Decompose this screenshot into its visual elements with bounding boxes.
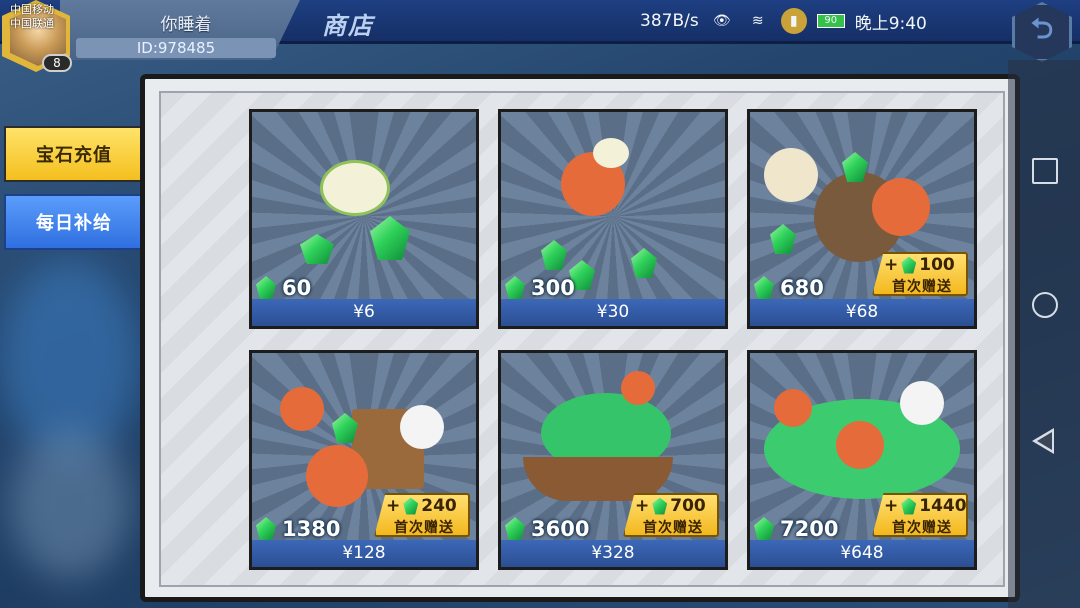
signal-icon: ▮: [780, 8, 807, 34]
character-illustration: [593, 138, 629, 168]
green-gem-icon: [754, 276, 774, 300]
bonus-prefix: +: [884, 496, 899, 516]
mascot-illustration: [320, 160, 390, 216]
bonus-amount: + 100: [884, 255, 955, 275]
first-purchase-bonus-badge: + 700 首次赠送: [623, 493, 719, 537]
gem-amount: 1380: [256, 517, 340, 541]
gem-illustration: [300, 234, 334, 264]
character-illustration: [774, 389, 812, 427]
gem-amount-value: 3600: [531, 517, 590, 541]
gem-amount: 7200: [754, 517, 838, 541]
green-gem-icon: [901, 497, 917, 515]
home-button[interactable]: [1032, 292, 1058, 318]
bonus-amount-value: 240: [421, 496, 457, 516]
carrier-1: 中国移动: [10, 3, 54, 16]
character-illustration: [306, 445, 368, 507]
character-illustration: [280, 387, 324, 431]
price-button[interactable]: ¥128: [252, 540, 476, 567]
product-art: 3600 + 700 首次赠送: [501, 353, 725, 543]
gem-amount: 680: [754, 276, 824, 300]
bonus-prefix: +: [386, 496, 401, 516]
price-button[interactable]: ¥6: [252, 299, 476, 326]
green-gem-icon: [652, 497, 668, 515]
gem-amount-value: 7200: [780, 517, 839, 541]
product-card[interactable]: 680 + 100 首次赠送 ¥68: [747, 109, 977, 329]
bonus-amount: + 240: [386, 496, 457, 516]
product-card[interactable]: 300 ¥30: [498, 109, 728, 329]
green-gem-icon: [505, 276, 525, 300]
bonus-amount-value: 700: [670, 496, 706, 516]
gem-amount-value: 300: [531, 276, 575, 300]
gem-illustration: [631, 248, 657, 278]
product-card[interactable]: 7200 + 1440 首次赠送 ¥648: [747, 350, 977, 570]
shop-grid: 60 ¥6 300 ¥30 680 + 100 首次赠送 ¥68 1380 + …: [159, 91, 1005, 587]
gem-illustration: [770, 224, 796, 254]
product-art: 7200 + 1440 首次赠送: [750, 353, 974, 543]
status-bar: 387B/s 👁 ≋ ▮ 90 晚上9:40: [640, 8, 927, 34]
gem-amount: 60: [256, 276, 311, 300]
bonus-label: 首次赠送: [892, 279, 952, 295]
character-illustration: [400, 405, 444, 449]
green-gem-icon: [901, 256, 917, 274]
green-gem-icon: [505, 517, 525, 541]
player-name: 你睡着: [160, 15, 212, 35]
character-illustration: [836, 421, 884, 469]
recent-apps-button[interactable]: [1032, 158, 1058, 184]
character-illustration: [872, 178, 930, 236]
price-button[interactable]: ¥328: [501, 540, 725, 567]
bonus-amount: + 1440: [884, 496, 967, 516]
clock: 晚上9:40: [854, 13, 927, 34]
bonus-label: 首次赠送: [643, 520, 703, 536]
gem-amount: 300: [505, 276, 575, 300]
character-illustration: [900, 381, 944, 425]
character-illustration: [621, 371, 655, 405]
green-gem-icon: [754, 517, 774, 541]
system-back-button[interactable]: [1032, 428, 1054, 454]
level-badge: 8: [42, 54, 72, 72]
return-arrow-icon: ⮌: [1030, 12, 1054, 45]
first-purchase-bonus-badge: + 100 首次赠送: [872, 252, 968, 296]
gem-illustration: [370, 216, 410, 260]
green-gem-icon: [403, 497, 419, 515]
carrier-info: 中国移动 中国联通: [10, 3, 54, 31]
first-purchase-bonus-badge: + 1440 首次赠送: [872, 493, 968, 537]
product-card[interactable]: 60 ¥6: [249, 109, 479, 329]
product-card[interactable]: 3600 + 700 首次赠送 ¥328: [498, 350, 728, 570]
player-id: ID:978485: [76, 38, 276, 58]
product-art: 1380 + 240 首次赠送: [252, 353, 476, 543]
gem-amount-value: 680: [780, 276, 824, 300]
eye-icon: 👁: [712, 13, 731, 29]
product-art: 300: [501, 112, 725, 302]
product-art: 60: [252, 112, 476, 302]
gem-amount: 3600: [505, 517, 589, 541]
first-purchase-bonus-badge: + 240 首次赠送: [374, 493, 470, 537]
network-speed: 387B/s: [640, 11, 699, 31]
bonus-label: 首次赠送: [394, 520, 454, 536]
product-art: 680 + 100 首次赠送: [750, 112, 974, 302]
price-button[interactable]: ¥30: [501, 299, 725, 326]
bonus-label: 首次赠送: [892, 520, 952, 536]
carrier-2: 中国联通: [10, 17, 54, 30]
wifi-icon: ≋: [751, 13, 764, 29]
bonus-prefix: +: [884, 255, 899, 275]
battery-icon: 90: [816, 14, 845, 28]
green-gem-icon: [256, 276, 276, 300]
shop-panel: 60 ¥6 300 ¥30 680 + 100 首次赠送 ¥68 1380 + …: [140, 74, 1020, 602]
page-title: 商店: [322, 12, 374, 40]
bonus-amount: + 700: [635, 496, 706, 516]
price-button[interactable]: ¥68: [750, 299, 974, 326]
green-gem-icon: [256, 517, 276, 541]
gem-amount-value: 60: [282, 276, 312, 300]
bonus-amount-value: 1440: [919, 496, 967, 516]
character-illustration: [764, 148, 818, 202]
gem-amount-value: 1380: [282, 517, 341, 541]
bonus-prefix: +: [635, 496, 650, 516]
background-blur: [10, 430, 130, 580]
tab-daily-supply[interactable]: 每日补给: [4, 194, 144, 250]
gem-illustration: [541, 240, 567, 270]
product-card[interactable]: 1380 + 240 首次赠送 ¥128: [249, 350, 479, 570]
price-button[interactable]: ¥648: [750, 540, 974, 567]
system-nav-bar: [1008, 60, 1080, 608]
bonus-amount-value: 100: [919, 255, 955, 275]
